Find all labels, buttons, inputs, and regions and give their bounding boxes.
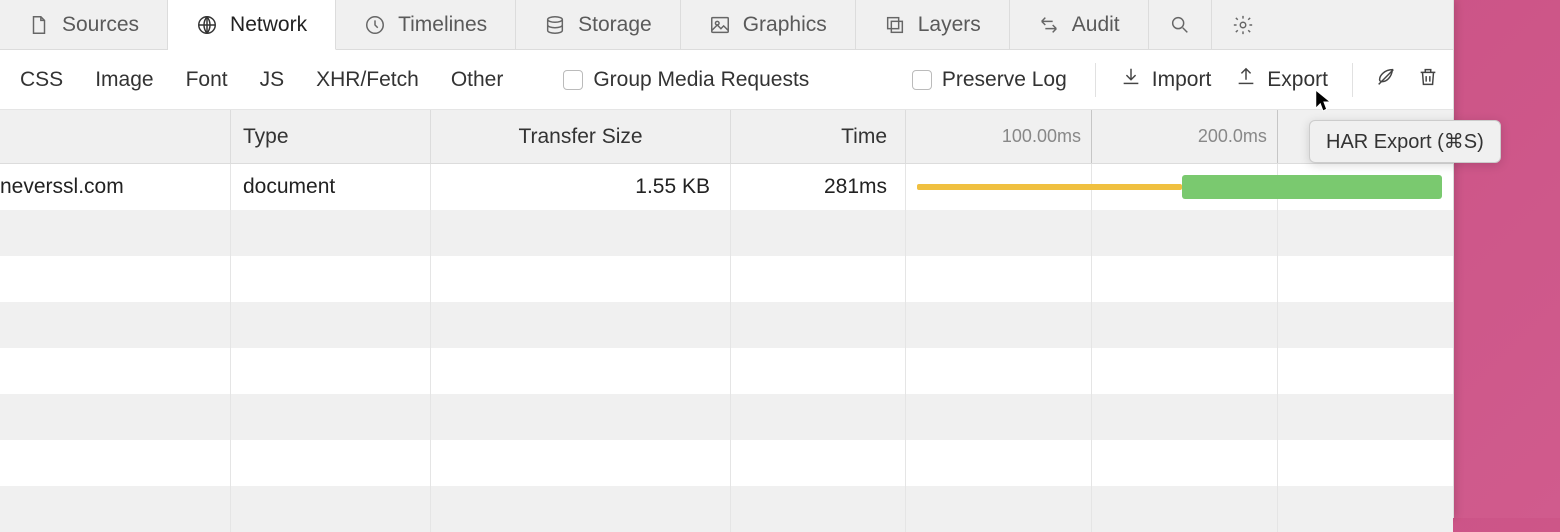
audit-icon <box>1038 14 1060 36</box>
toggle-label: Group Media Requests <box>593 68 809 92</box>
toggle-group-media[interactable]: Group Media Requests <box>547 62 825 98</box>
separator <box>1352 63 1353 97</box>
network-icon <box>196 14 218 36</box>
table-row <box>0 348 1453 394</box>
tab-network[interactable]: Network <box>168 0 336 50</box>
filter-font[interactable]: Font <box>170 62 244 98</box>
separator <box>1095 63 1096 97</box>
filter-image[interactable]: Image <box>79 62 169 98</box>
export-button[interactable]: Export <box>1223 60 1340 100</box>
cell-size: 1.55 KB <box>430 164 730 210</box>
column-type[interactable]: Type <box>230 110 430 163</box>
checkbox-icon <box>563 70 583 90</box>
table-row <box>0 256 1453 302</box>
table-row <box>0 394 1453 440</box>
tab-timelines[interactable]: Timelines <box>336 0 516 49</box>
tab-graphics[interactable]: Graphics <box>681 0 856 49</box>
cell-waterfall <box>905 164 1453 210</box>
waterfall-download-bar <box>1182 175 1442 199</box>
table-row <box>0 210 1453 256</box>
checkbox-icon <box>912 70 932 90</box>
image-icon <box>709 14 731 36</box>
tooltip-text: HAR Export (⌘S) <box>1326 131 1484 153</box>
tab-label: Layers <box>918 13 981 37</box>
table-row[interactable]: neverssl.com document 1.55 KB 281ms <box>0 164 1453 210</box>
cell-name: neverssl.com <box>0 175 230 199</box>
tab-label: Network <box>230 13 307 37</box>
waterfall-waiting-bar <box>917 184 1182 190</box>
table-row <box>0 302 1453 348</box>
tab-sources[interactable]: Sources <box>0 0 168 49</box>
table-row <box>0 486 1453 532</box>
cell-type: document <box>230 164 430 210</box>
button-label: Import <box>1152 68 1212 92</box>
table-body: neverssl.com document 1.55 KB 281ms <box>0 164 1453 532</box>
column-transfer-size[interactable]: Transfer Size <box>430 110 730 163</box>
disable-cache-button[interactable] <box>1365 60 1407 100</box>
settings-button[interactable] <box>1212 0 1274 49</box>
waterfall-tick: 100.00ms <box>906 110 1092 163</box>
filter-bar: CSS Image Font JS XHR/Fetch Other Group … <box>0 50 1453 110</box>
clock-icon <box>364 14 386 36</box>
tab-label: Graphics <box>743 13 827 37</box>
leaf-slash-icon <box>1375 66 1397 94</box>
tab-label: Sources <box>62 13 139 37</box>
tab-label: Timelines <box>398 13 487 37</box>
tick-label: 100.00ms <box>1002 126 1081 147</box>
search-icon <box>1169 14 1191 36</box>
filter-css[interactable]: CSS <box>4 62 79 98</box>
button-label: Export <box>1267 68 1328 92</box>
import-button[interactable]: Import <box>1108 60 1224 100</box>
waterfall-tick: 200.0ms <box>1092 110 1278 163</box>
toggle-label: Preserve Log <box>942 68 1067 92</box>
filter-xhr[interactable]: XHR/Fetch <box>300 62 435 98</box>
layers-icon <box>884 14 906 36</box>
upload-icon <box>1235 66 1257 94</box>
export-tooltip: HAR Export (⌘S) <box>1309 120 1501 163</box>
tab-audit[interactable]: Audit <box>1010 0 1149 49</box>
gear-icon <box>1232 14 1254 36</box>
clear-button[interactable] <box>1407 60 1449 100</box>
filter-other[interactable]: Other <box>435 62 520 98</box>
download-icon <box>1120 66 1142 94</box>
tick-label: 200.0ms <box>1198 126 1267 147</box>
filter-js[interactable]: JS <box>244 62 301 98</box>
file-icon <box>28 14 50 36</box>
storage-icon <box>544 14 566 36</box>
search-button[interactable] <box>1149 0 1212 49</box>
tab-label: Storage <box>578 13 652 37</box>
devtools-panel: Sources Network Timelines Storage Graphi… <box>0 0 1454 518</box>
trash-icon <box>1417 66 1439 94</box>
cell-time: 281ms <box>730 164 905 210</box>
tab-storage[interactable]: Storage <box>516 0 681 49</box>
tab-label: Audit <box>1072 13 1120 37</box>
tabs-bar: Sources Network Timelines Storage Graphi… <box>0 0 1453 50</box>
toggle-preserve-log[interactable]: Preserve Log <box>896 62 1083 98</box>
tab-layers[interactable]: Layers <box>856 0 1010 49</box>
table-row <box>0 440 1453 486</box>
column-time[interactable]: Time <box>730 110 905 163</box>
table-header: Type Transfer Size Time 100.00ms 200.0ms <box>0 110 1453 164</box>
